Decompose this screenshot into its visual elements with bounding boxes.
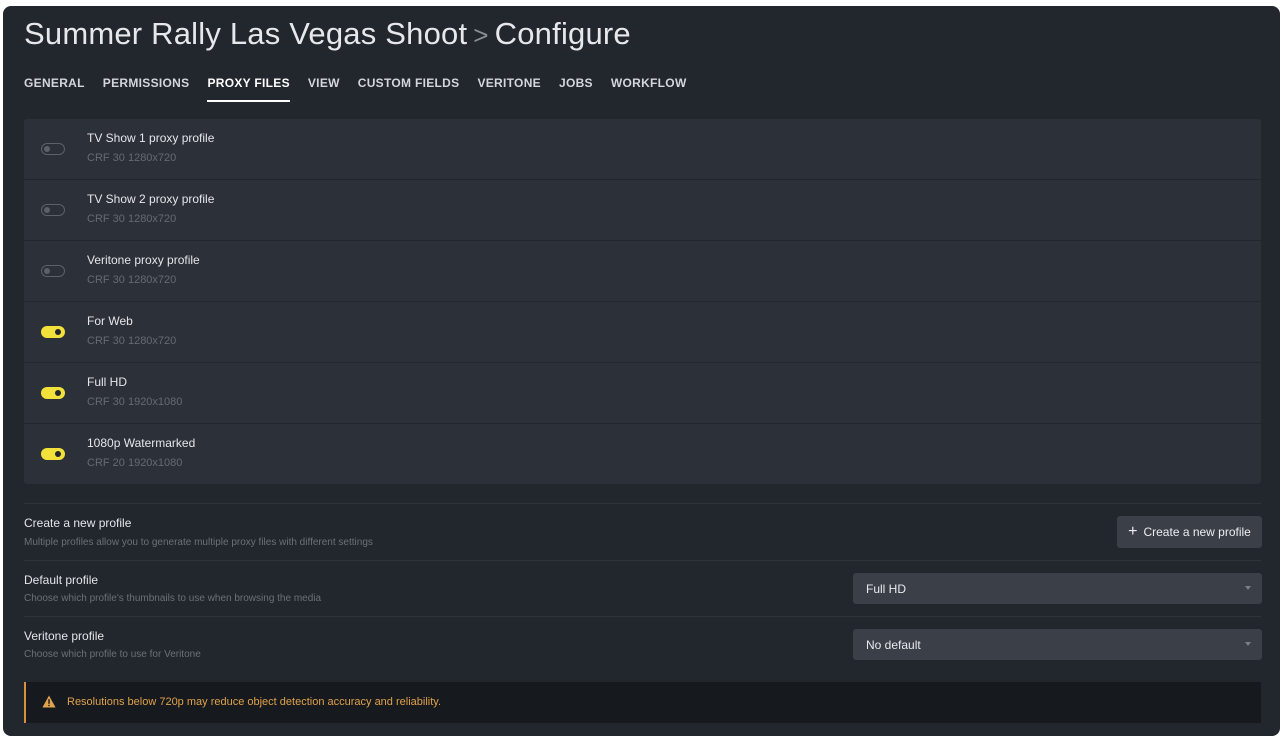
profile-row: Veritone proxy profile CRF 30 1280x720 — [24, 241, 1261, 302]
tab-workflow[interactable]: WORKFLOW — [611, 76, 687, 102]
proxy-profile-list: TV Show 1 proxy profile CRF 30 1280x720 … — [24, 119, 1261, 484]
profile-toggle[interactable] — [41, 143, 65, 155]
chevron-down-icon — [1245, 586, 1251, 590]
default-profile-title: Default profile — [24, 573, 99, 587]
profile-name: 1080p Watermarked — [87, 436, 196, 450]
tab-proxy-files[interactable]: PROXY FILES — [207, 76, 290, 102]
warning-text: Resolutions below 720p may reduce object… — [67, 696, 442, 708]
toggle-knob — [55, 328, 61, 335]
default-profile-select[interactable]: Full HD — [853, 573, 1262, 604]
plus-icon: + — [1128, 523, 1138, 540]
profile-name: For Web — [87, 314, 133, 328]
profile-settings: CRF 30 1280x720 — [87, 152, 177, 164]
veritone-profile-title: Veritone profile — [24, 629, 105, 643]
profile-toggle[interactable] — [41, 326, 65, 338]
section-divider — [24, 616, 1261, 617]
profile-name: Veritone proxy profile — [87, 253, 200, 267]
profile-toggle[interactable] — [41, 265, 65, 277]
section-divider — [24, 560, 1261, 561]
chevron-down-icon — [1245, 642, 1251, 646]
tab-jobs[interactable]: JOBS — [559, 76, 593, 102]
profile-row: TV Show 1 proxy profile CRF 30 1280x720 — [24, 119, 1261, 180]
toggle-knob — [55, 389, 61, 396]
tab-custom-fields[interactable]: CUSTOM FIELDS — [358, 76, 460, 102]
breadcrumb-separator: > — [473, 20, 489, 50]
profile-row: 1080p Watermarked CRF 20 1920x1080 — [24, 424, 1261, 484]
profile-row: Full HD CRF 30 1920x1080 — [24, 363, 1261, 424]
profile-toggle[interactable] — [41, 204, 65, 216]
profile-settings: CRF 30 1280x720 — [87, 213, 177, 225]
toggle-knob — [44, 145, 50, 152]
warning-triangle-icon — [42, 695, 56, 708]
tab-veritone[interactable]: VERITONE — [477, 76, 541, 102]
page-name: Configure — [494, 16, 631, 51]
veritone-profile-value: No default — [866, 638, 921, 652]
profile-settings: CRF 30 1280x720 — [87, 274, 177, 286]
tab-permissions[interactable]: PERMISSIONS — [103, 76, 190, 102]
profile-toggle[interactable] — [41, 387, 65, 399]
create-profile-button-label: Create a new profile — [1143, 525, 1251, 539]
profile-name: TV Show 1 proxy profile — [87, 131, 215, 145]
profile-toggle[interactable] — [41, 448, 65, 460]
profile-settings: CRF 20 1920x1080 — [87, 457, 183, 469]
profile-name: TV Show 2 proxy profile — [87, 192, 215, 206]
profile-settings: CRF 30 1280x720 — [87, 335, 177, 347]
create-profile-button[interactable]: + Create a new profile — [1117, 516, 1262, 548]
configure-window: Summer Rally Las Vegas Shoot > Configure G… — [3, 6, 1280, 736]
veritone-profile-subtitle: Choose which profile to use for Veritone — [24, 649, 201, 660]
section-divider — [24, 503, 1261, 504]
create-profile-subtitle: Multiple profiles allow you to generate … — [24, 537, 373, 548]
tab-bar: GENERAL PERMISSIONS PROXY FILES VIEW CUS… — [24, 76, 705, 102]
default-profile-subtitle: Choose which profile's thumbnails to use… — [24, 593, 322, 604]
toggle-knob — [44, 267, 50, 274]
veritone-profile-select[interactable]: No default — [853, 629, 1262, 660]
warning-banner: Resolutions below 720p may reduce object… — [24, 682, 1261, 723]
create-profile-title: Create a new profile — [24, 516, 132, 530]
default-profile-value: Full HD — [866, 582, 907, 596]
tab-general[interactable]: GENERAL — [24, 76, 85, 102]
tab-view[interactable]: VIEW — [308, 76, 340, 102]
page-title: Summer Rally Las Vegas Shoot > Configure — [24, 16, 631, 52]
toggle-knob — [55, 450, 61, 457]
profile-name: Full HD — [87, 375, 128, 389]
project-name[interactable]: Summer Rally Las Vegas Shoot — [24, 16, 467, 51]
profile-row: TV Show 2 proxy profile CRF 30 1280x720 — [24, 180, 1261, 241]
toggle-knob — [44, 206, 50, 213]
profile-row: For Web CRF 30 1280x720 — [24, 302, 1261, 363]
profile-settings: CRF 30 1920x1080 — [87, 396, 183, 408]
